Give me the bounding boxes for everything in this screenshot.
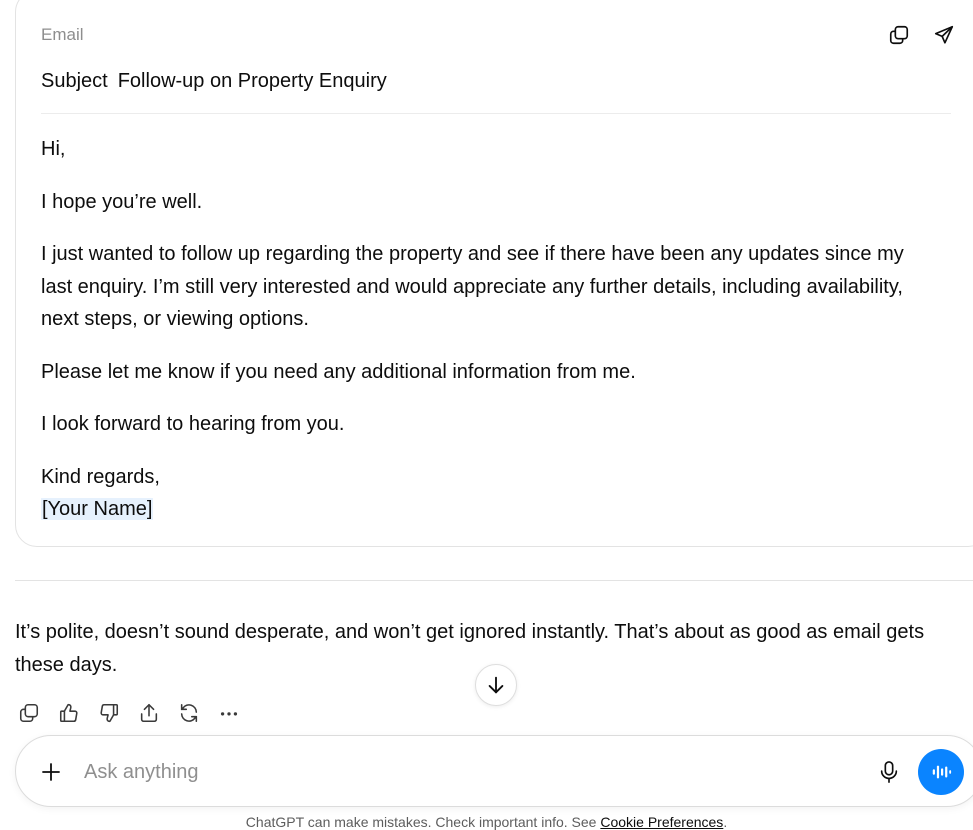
disclaimer-end: . (723, 814, 728, 830)
waveform-icon (932, 765, 952, 779)
signature-placeholder: [Your Name] (41, 498, 154, 520)
email-paragraph: I just wanted to follow up regarding the… (41, 243, 904, 330)
thumbs-up-icon[interactable] (55, 698, 83, 728)
prompt-input[interactable] (82, 756, 842, 788)
arrow-down-icon (488, 676, 504, 694)
plus-icon[interactable] (38, 759, 64, 785)
copy-icon[interactable] (886, 22, 912, 48)
email-signoff: Kind regards, (41, 466, 160, 488)
voice-mode-button[interactable] (918, 749, 964, 795)
subject-row: Subject Follow-up on Property Enquiry (41, 70, 387, 93)
disclaimer-text: ChatGPT can make mistakes. Check importa… (245, 814, 601, 830)
composer (15, 735, 973, 807)
subject-divider (41, 113, 951, 114)
copy-icon[interactable] (15, 698, 43, 728)
email-paragraph: I hope you’re well. (41, 191, 203, 213)
email-signature: [Your Name] (41, 493, 921, 526)
thumbs-down-icon[interactable] (95, 698, 123, 728)
cookie-preferences-link[interactable]: Cookie Preferences (600, 814, 723, 830)
subject-value: Follow-up on Property Enquiry (117, 70, 387, 92)
email-paragraph: Please let me know if you need any addit… (41, 361, 636, 383)
email-card: Email Subject Follow-up on Property Enqui… (15, 0, 973, 547)
email-label: Email (41, 25, 84, 44)
subject-label: Subject (41, 70, 108, 92)
send-icon[interactable] (931, 22, 957, 48)
microphone-icon[interactable] (876, 758, 902, 786)
disclaimer: ChatGPT can make mistakes. Check importa… (0, 814, 973, 830)
scroll-down-button[interactable] (475, 664, 517, 706)
email-greeting: Hi, (41, 138, 66, 160)
message-divider (15, 580, 973, 581)
regenerate-icon[interactable] (175, 698, 203, 728)
email-paragraph: I look forward to hearing from you. (41, 413, 345, 435)
more-icon[interactable] (215, 698, 243, 728)
share-icon[interactable] (135, 698, 163, 728)
